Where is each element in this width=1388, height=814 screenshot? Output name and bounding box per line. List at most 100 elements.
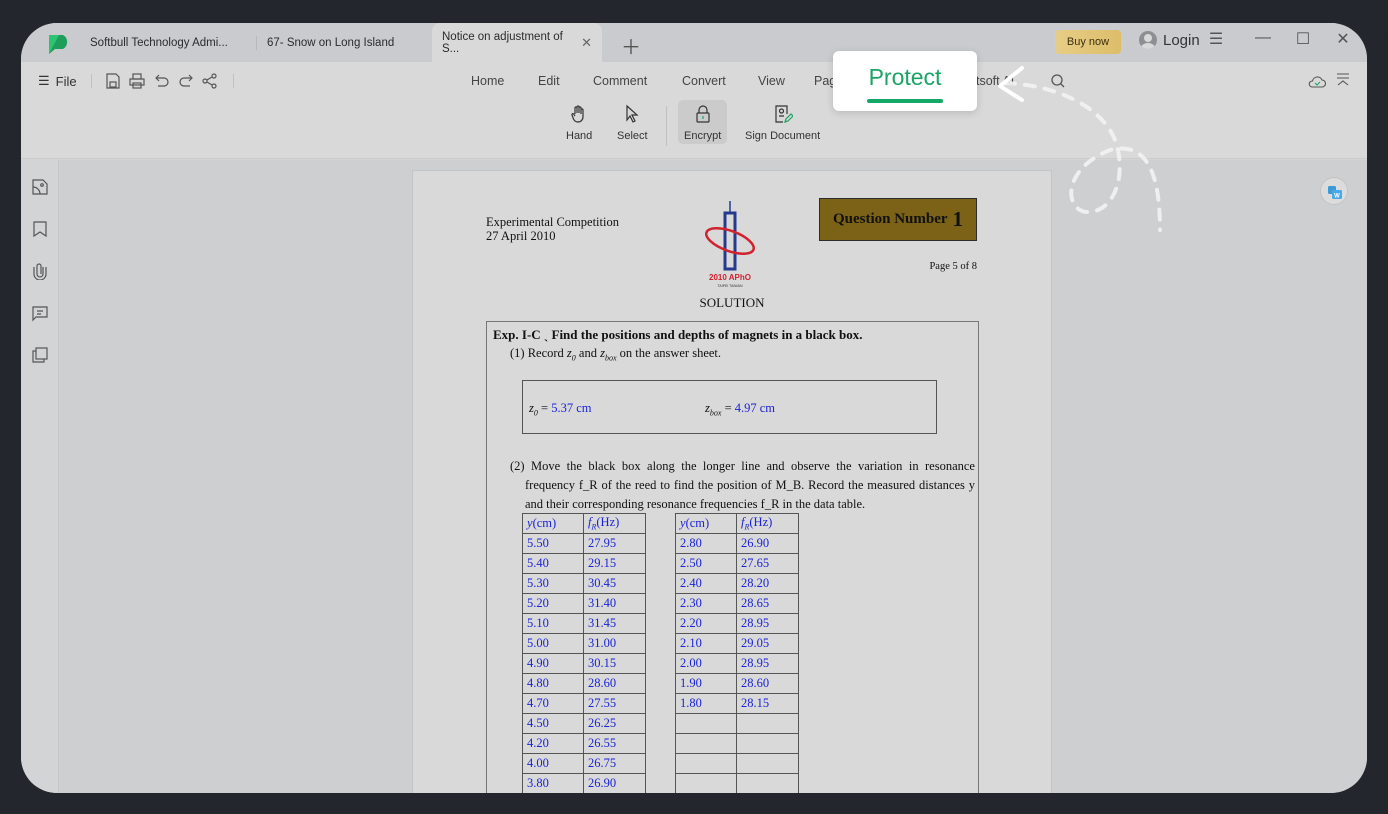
cell-fr: 31.45 — [583, 613, 646, 634]
table-row — [675, 753, 799, 774]
lock-icon — [696, 105, 710, 123]
word-convert-icon: W — [1328, 186, 1342, 200]
pdf-page: Experimental Competition 27 April 2010 2… — [412, 170, 1052, 793]
encrypt-label: Encrypt — [684, 130, 722, 142]
hand-tool[interactable]: Hand — [566, 104, 592, 142]
encrypt-tool[interactable]: Encrypt — [678, 100, 728, 144]
cell-fr: 28.95 — [736, 613, 799, 634]
tab-notice-adjustment[interactable]: Notice on adjustment of S... ✕ — [432, 23, 602, 62]
q2-line: frequency f_R of the reed to find the po… — [525, 478, 975, 492]
table-row: 5.20 31.40 — [522, 593, 646, 614]
question-1: (1) Record z0 and zbox on the answer she… — [510, 346, 722, 363]
protect-tab-highlight[interactable]: Protect — [833, 51, 977, 111]
cell-fr: 31.40 — [583, 593, 646, 614]
table-row: 5.30 30.45 — [522, 573, 646, 594]
cell-y — [675, 753, 737, 774]
cell-y: 2.00 — [675, 653, 737, 674]
table-row: 2.20 28.95 — [675, 613, 799, 634]
cell-y — [675, 773, 737, 793]
attachment-icon[interactable] — [31, 262, 49, 280]
cell-y: 2.10 — [675, 633, 737, 654]
cell-fr: 27.65 — [736, 553, 799, 574]
zbox-value: 4.97 cm — [734, 401, 776, 415]
translate-to-word-button[interactable]: W — [1320, 177, 1348, 205]
competition-date: 27 April 2010 — [486, 229, 556, 243]
thumbnail-icon[interactable] — [31, 178, 49, 196]
maximize-button[interactable]: ☐ — [1291, 29, 1315, 49]
cell-fr: 26.55 — [583, 733, 646, 754]
cell-y: 1.90 — [675, 673, 737, 694]
cell-y: 4.20 — [522, 733, 584, 754]
cell-fr: 26.75 — [583, 753, 646, 774]
tab-bar: Softbull Technology Admi... 67- Snow on … — [21, 23, 1367, 62]
question-2: (2) Move the black box along the longer … — [510, 457, 975, 514]
zbox-answer: zbox = 4.97 cm — [705, 401, 776, 418]
select-tool[interactable]: Select — [617, 104, 648, 142]
tab-label: Softbull Technology Admi... — [90, 36, 228, 49]
cell-y — [675, 733, 737, 754]
close-tab-icon[interactable]: ✕ — [581, 35, 592, 51]
left-sidebar — [21, 160, 59, 793]
cell-y: 2.80 — [675, 533, 737, 554]
nav-convert[interactable]: Convert — [682, 74, 726, 88]
tab-softbull[interactable]: Softbull Technology Admi... — [90, 23, 228, 62]
search-icon[interactable] — [1050, 73, 1066, 89]
z0-answer: z0 = 5.37 cm — [529, 401, 592, 418]
cell-y: 4.70 — [522, 693, 584, 714]
divider — [666, 106, 667, 146]
data-table-right: y(cm) fR(Hz) 2.80 26.90 2.50 27.65 2.40 28.20 2.… — [675, 513, 799, 793]
cell-y: 5.50 — [522, 533, 584, 554]
menu-icon[interactable]: ☰ — [1204, 29, 1228, 49]
question-number-box: Question Number 1 — [819, 198, 977, 241]
nav-comment[interactable]: Comment — [593, 74, 647, 88]
login-label: Login — [1163, 31, 1200, 49]
save-icon[interactable] — [104, 72, 122, 90]
cell-y: 4.00 — [522, 753, 584, 774]
sign-document-icon — [775, 105, 793, 123]
cell-y: 4.90 — [522, 653, 584, 674]
cell-fr — [736, 753, 799, 774]
print-icon[interactable] — [128, 72, 146, 90]
divider — [91, 74, 92, 88]
share-icon[interactable] — [201, 72, 219, 90]
cloud-sync-icon[interactable] — [1308, 74, 1326, 88]
q2-line: and their corresponding resonance freque… — [525, 497, 866, 511]
competition-header: Experimental Competition 27 April 2010 — [486, 215, 619, 243]
nav-edit[interactable]: Edit — [538, 74, 560, 88]
pages-icon[interactable] — [31, 346, 49, 364]
experiment-title: Exp. I-C ˎ Find the positions and depths… — [493, 327, 863, 342]
redo-icon[interactable] — [177, 72, 195, 90]
header-y: y(cm) — [675, 513, 737, 534]
new-tab-button[interactable]: ＋ — [621, 31, 641, 60]
svg-text:W: W — [1334, 194, 1340, 200]
collapse-ribbon-icon[interactable] — [1336, 72, 1350, 88]
logo-subtext: TAIPEI TAIWAN — [718, 284, 743, 288]
table-row: 1.90 28.60 — [675, 673, 799, 694]
table-row: 2.10 29.05 — [675, 633, 799, 654]
minimize-button[interactable]: — — [1251, 29, 1275, 47]
bookmark-icon[interactable] — [31, 220, 49, 238]
z0-value: 5.37 cm — [551, 401, 592, 415]
buy-now-button[interactable]: Buy now — [1055, 30, 1121, 54]
login-button[interactable]: Login — [1139, 31, 1200, 49]
comment-icon[interactable] — [31, 304, 49, 322]
table-row: 2.40 28.20 — [675, 573, 799, 594]
cell-fr — [736, 733, 799, 754]
cell-fr: 28.15 — [736, 693, 799, 714]
cell-y: 2.30 — [675, 593, 737, 614]
nav-home[interactable]: Home — [471, 74, 504, 88]
header-fr: fR(Hz) — [736, 513, 799, 534]
table-row: 4.80 28.60 — [522, 673, 646, 694]
nav-view[interactable]: View — [758, 74, 785, 88]
device-frame: Softbull Technology Admi... 67- Snow on … — [0, 0, 1388, 814]
q2-line: (2) Move the black box along the longer … — [510, 459, 975, 473]
sign-document-tool[interactable]: Sign Document — [745, 104, 820, 142]
tab-snow-long-island[interactable]: 67- Snow on Long Island — [267, 23, 394, 62]
file-menu-button[interactable]: ☰ File — [38, 73, 77, 89]
cell-fr: 27.55 — [583, 693, 646, 714]
close-window-button[interactable]: ✕ — [1331, 29, 1355, 49]
undo-icon[interactable] — [153, 72, 171, 90]
cell-fr: 31.00 — [583, 633, 646, 654]
table-row: 5.50 27.95 — [522, 533, 646, 554]
ribbon: ☰ File Home Edit Comment Convert View Pa… — [21, 62, 1367, 159]
